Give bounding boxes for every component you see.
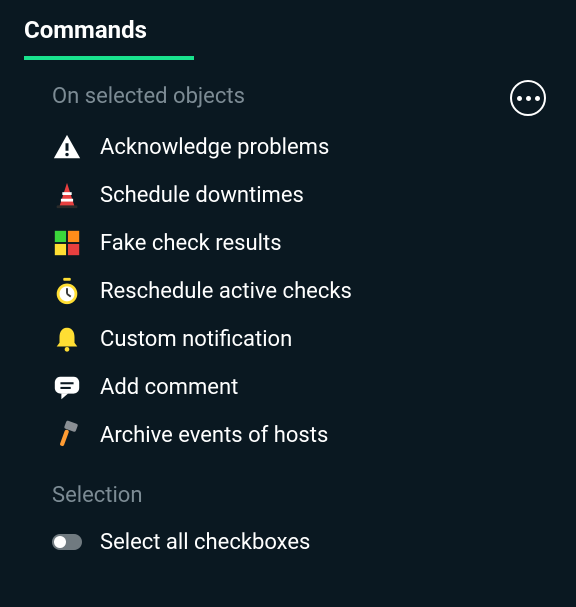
action-archive-events[interactable]: Archive events of hosts: [52, 411, 556, 459]
action-label: Reschedule active checks: [100, 279, 352, 304]
warning-triangle-icon: [52, 132, 82, 162]
comment-icon: [52, 372, 82, 402]
color-grid-icon: [52, 228, 82, 258]
commands-panel: On selected objects Acknowledge problems…: [0, 60, 576, 566]
action-add-comment[interactable]: Add comment: [52, 363, 556, 411]
stopwatch-icon: [52, 276, 82, 306]
action-acknowledge-problems[interactable]: Acknowledge problems: [52, 123, 556, 171]
traffic-cone-icon: [52, 180, 82, 210]
bell-icon: [52, 324, 82, 354]
section-header-actions: On selected objects: [52, 84, 556, 109]
toggle-switch-icon[interactable]: [52, 534, 82, 550]
action-label: Acknowledge problems: [100, 135, 329, 160]
selection-label: Select all checkboxes: [100, 530, 310, 555]
action-reschedule-active-checks[interactable]: Reschedule active checks: [52, 267, 556, 315]
tab-bar: Commands: [0, 0, 576, 60]
select-all-checkboxes[interactable]: Select all checkboxes: [52, 518, 556, 566]
action-fake-check-results[interactable]: Fake check results: [52, 219, 556, 267]
action-label: Schedule downtimes: [100, 183, 304, 208]
tab-commands[interactable]: Commands: [24, 16, 194, 60]
action-custom-notification[interactable]: Custom notification: [52, 315, 556, 363]
action-label: Fake check results: [100, 231, 282, 256]
action-label: Custom notification: [100, 327, 292, 352]
hammer-icon: [52, 420, 82, 450]
action-label: Archive events of hosts: [100, 423, 328, 448]
more-menu-button[interactable]: [510, 80, 546, 116]
action-schedule-downtimes[interactable]: Schedule downtimes: [52, 171, 556, 219]
action-label: Add comment: [100, 375, 238, 400]
section-header-selection: Selection: [52, 483, 556, 508]
